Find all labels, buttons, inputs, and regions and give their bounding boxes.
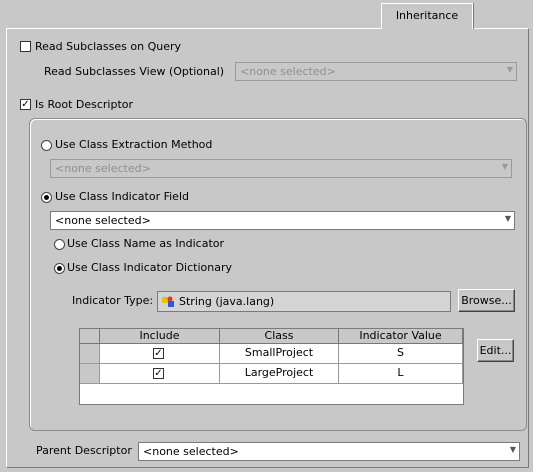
class-extraction-radio[interactable]	[41, 140, 52, 151]
parent-descriptor-select[interactable]: <none selected> ▼	[138, 442, 520, 461]
chevron-down-icon: ▼	[504, 214, 511, 223]
class-name-indicator-radio[interactable]	[54, 239, 65, 250]
class-indicator-field-label: Use Class Indicator Field	[55, 190, 189, 203]
chevron-down-icon: ▼	[501, 162, 508, 171]
class-indicator-field-radio[interactable]	[41, 192, 52, 203]
indicator-value-cell[interactable]: S	[339, 344, 463, 364]
row-header[interactable]	[80, 364, 100, 384]
parent-descriptor-label: Parent Descriptor	[36, 444, 132, 457]
class-extraction-value: <none selected>	[55, 162, 151, 175]
chevron-down-icon: ▼	[509, 445, 516, 454]
class-indicator-dictionary-radio[interactable]	[54, 263, 65, 274]
class-indicator-field-value: <none selected>	[55, 214, 151, 227]
column-header-indicator-value[interactable]: Indicator Value	[339, 329, 463, 344]
read-subclasses-view-label: Read Subclasses View (Optional)	[44, 65, 225, 78]
read-subclasses-label: Read Subclasses on Query	[35, 40, 182, 53]
include-checkbox[interactable]: ✓	[153, 368, 164, 379]
include-cell[interactable]: ✓	[100, 364, 220, 384]
indicator-type-field: String (java.lang)	[157, 291, 451, 312]
class-cell[interactable]: LargeProject	[220, 364, 339, 384]
column-header-include[interactable]: Include	[100, 329, 220, 344]
table-corner	[80, 329, 100, 344]
indicator-type-label: Indicator Type:	[72, 294, 154, 307]
read-subclasses-view-select[interactable]: <none selected> ▼	[235, 62, 517, 81]
edit-button[interactable]: Edit...	[477, 339, 514, 362]
include-checkbox[interactable]: ✓	[153, 348, 164, 359]
class-cell[interactable]: SmallProject	[220, 344, 339, 364]
is-root-descriptor-checkbox[interactable]: ✓	[20, 99, 31, 110]
read-subclasses-view-value: <none selected>	[240, 65, 336, 78]
class-type-icon	[162, 296, 174, 307]
check-icon: ✓	[154, 348, 163, 359]
class-name-indicator-label: Use Class Name as Indicator	[67, 237, 225, 250]
indicator-table: Include Class Indicator Value ✓ SmallPro…	[79, 328, 464, 405]
check-icon: ✓	[21, 99, 30, 110]
include-cell[interactable]: ✓	[100, 344, 220, 364]
parent-descriptor-value: <none selected>	[143, 445, 239, 458]
class-indicator-dictionary-label: Use Class Indicator Dictionary	[67, 261, 233, 274]
row-header[interactable]	[80, 344, 100, 364]
chevron-down-icon: ▼	[506, 65, 513, 74]
class-extraction-select[interactable]: <none selected> ▼	[50, 159, 512, 178]
column-header-class[interactable]: Class	[220, 329, 339, 344]
tab-inheritance[interactable]: Inheritance	[381, 3, 473, 29]
is-root-descriptor-label: Is Root Descriptor	[35, 98, 134, 111]
check-icon: ✓	[154, 368, 163, 379]
indicator-value-cell[interactable]: L	[339, 364, 463, 384]
class-extraction-label: Use Class Extraction Method	[55, 138, 213, 151]
browse-button[interactable]: Browse...	[458, 289, 515, 312]
read-subclasses-checkbox[interactable]	[20, 41, 31, 52]
indicator-type-value: String (java.lang)	[179, 295, 275, 308]
class-indicator-field-select[interactable]: <none selected> ▼	[50, 211, 515, 230]
